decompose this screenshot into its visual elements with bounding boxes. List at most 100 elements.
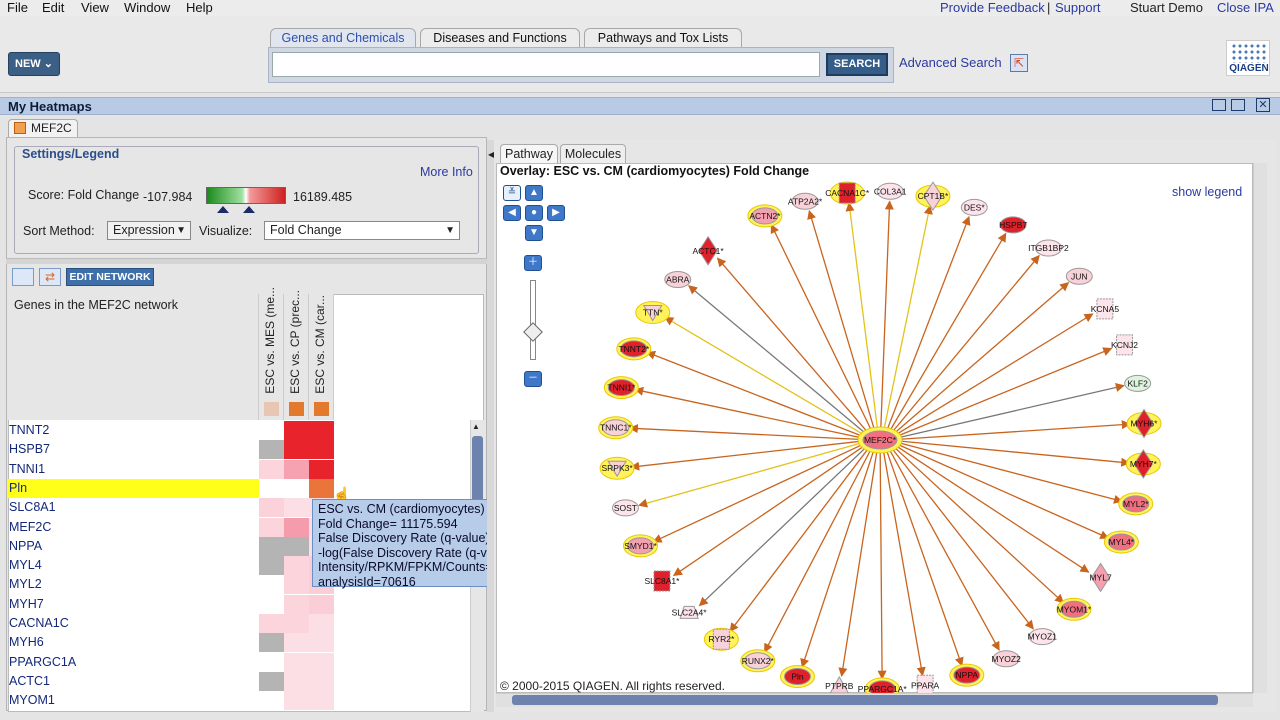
menu-edit[interactable]: Edit [42,0,64,15]
network-edge[interactable] [886,215,971,431]
gene-row-label[interactable]: MEF2C [9,518,51,537]
tab-pathway[interactable]: Pathway [500,144,558,163]
scale-min-handle[interactable] [217,206,229,213]
network-node[interactable]: SMYD1* [623,534,659,558]
heatmap-cell[interactable] [259,653,284,672]
heatmap-cell[interactable] [309,595,334,614]
heatmap-cell[interactable] [309,460,334,479]
network-edge[interactable] [770,223,873,432]
menu-help[interactable]: Help [186,0,213,15]
heatmap-cell[interactable] [284,537,309,556]
network-edge[interactable] [688,285,867,435]
network-edge[interactable] [890,447,1034,630]
support-link[interactable]: Support [1055,0,1101,15]
restore-window-icon[interactable] [1212,99,1226,111]
gene-row-label[interactable]: MYH7 [9,595,44,614]
heatmap-cell[interactable] [284,479,309,498]
network-node[interactable]: PPARGC1A* [858,677,908,693]
heatmap-cell[interactable] [284,595,309,614]
network-node[interactable]: ITGB1BP2 [1028,239,1069,257]
heatmap-cell[interactable] [259,518,284,537]
close-ipa-link[interactable]: Close IPA [1217,0,1274,15]
network-edge[interactable] [838,449,878,677]
tab-molecules[interactable]: Molecules [560,144,626,163]
tab-pathways-and-tox-lists[interactable]: Pathways and Tox Lists [584,28,742,48]
heatmap-cell[interactable] [284,672,309,691]
network-edge[interactable] [646,351,864,438]
network-node[interactable]: CPT1B* [915,181,951,212]
column-header[interactable]: ESC vs. CM (car... [309,294,334,420]
network-node[interactable]: MYH6* [1126,408,1162,439]
heatmap-cell[interactable] [259,556,284,575]
gene-row-label[interactable]: Pln [9,479,27,498]
heatmap-cell[interactable] [284,633,309,652]
heatmap-cell[interactable] [259,691,284,710]
network-node[interactable]: NPPA [949,663,985,687]
tab-genes-and-chemicals[interactable]: Genes and Chemicals [270,28,416,48]
heatmap-cell[interactable] [309,614,334,633]
network-edge[interactable] [672,444,866,577]
swap-icon[interactable]: ⇄ [39,268,61,286]
network-node[interactable]: SRPK3* [599,456,635,480]
network-node[interactable]: KCNJ2 [1111,334,1138,356]
network-node[interactable]: ATP2A2* [788,192,823,210]
heatmap-cell[interactable] [309,421,334,440]
close-window-icon[interactable]: ✕ [1256,98,1270,112]
network-edge[interactable] [763,448,872,653]
heatmap-cell[interactable] [259,537,284,556]
heatmap-cell[interactable] [284,421,309,440]
network-node[interactable]: TNNI1* [603,376,639,400]
network-edge[interactable] [896,347,1113,437]
network-edge[interactable] [893,446,1065,604]
scroll-up-icon[interactable]: ▲ [472,422,480,431]
search-input[interactable] [272,52,820,77]
network-node[interactable]: Pln [779,664,815,688]
network-node[interactable]: SOST [611,499,639,517]
heatmap-cell[interactable] [309,653,334,672]
network-node[interactable]: KCNA5 [1091,298,1120,320]
network-edge[interactable] [698,446,868,607]
heatmap-cell[interactable] [309,633,334,652]
network-edge[interactable] [893,282,1070,435]
network-node[interactable]: MYH7* [1125,449,1161,479]
gene-row-label[interactable]: NPPA [9,537,42,556]
heatmap-cell[interactable] [259,498,284,517]
column-header[interactable]: ESC vs. CP (prec... [284,290,309,420]
menu-window[interactable]: Window [124,0,170,15]
network-edge[interactable] [729,447,870,633]
heatmap-cell[interactable] [284,518,309,537]
network-node[interactable]: TNNT2* [616,337,652,361]
heatmap-cell[interactable] [284,575,309,594]
gene-row-label[interactable]: TNNI1 [9,460,45,479]
network-edge[interactable] [716,257,869,434]
heatmap-cell[interactable] [309,479,334,498]
gene-row-label[interactable]: ACTC1 [9,672,50,691]
sort-method-select[interactable]: Expression ▼ [107,221,191,240]
network-node[interactable]: RUNX2* [740,649,776,673]
network-edge[interactable] [845,202,879,431]
network-node[interactable]: TNNC1* [598,416,634,440]
network-node[interactable]: PPARA [911,674,940,693]
gene-row-label[interactable]: PPARGC1A [9,653,76,672]
network-edge[interactable] [880,200,894,431]
network-node[interactable]: JUN [1065,267,1093,285]
provide-feedback-link[interactable]: Provide Feedback [940,0,1045,15]
advanced-search-icon[interactable]: ⇱ [1010,54,1028,72]
heatmap-cell[interactable] [259,575,284,594]
network-edge[interactable] [897,382,1125,439]
network-node[interactable]: CACNA1C* [825,181,870,205]
heatmap-cell[interactable] [284,614,309,633]
heatmap-cell[interactable] [309,691,334,710]
heatmap-cell[interactable] [259,460,284,479]
search-button[interactable]: SEARCH [826,53,888,76]
network-node[interactable]: MYOM1* [1056,597,1092,621]
network-graph[interactable]: ACTN2* ATP2A2*CACNA1C* COL3A1 CPT1B* DES* HSP… [496,163,1253,693]
visualize-select[interactable]: Fold Change ▼ [264,221,460,240]
gene-row-label[interactable]: SLC8A1 [9,498,56,517]
network-edge[interactable] [883,205,933,431]
network-edge[interactable] [800,449,875,668]
network-hub-node[interactable]: MEF2C* [857,426,903,454]
network-node[interactable]: MYL4* [1103,530,1139,554]
gene-row-label[interactable]: HSPB7 [9,440,50,459]
network-vertical-scrollbar[interactable] [1253,163,1267,693]
